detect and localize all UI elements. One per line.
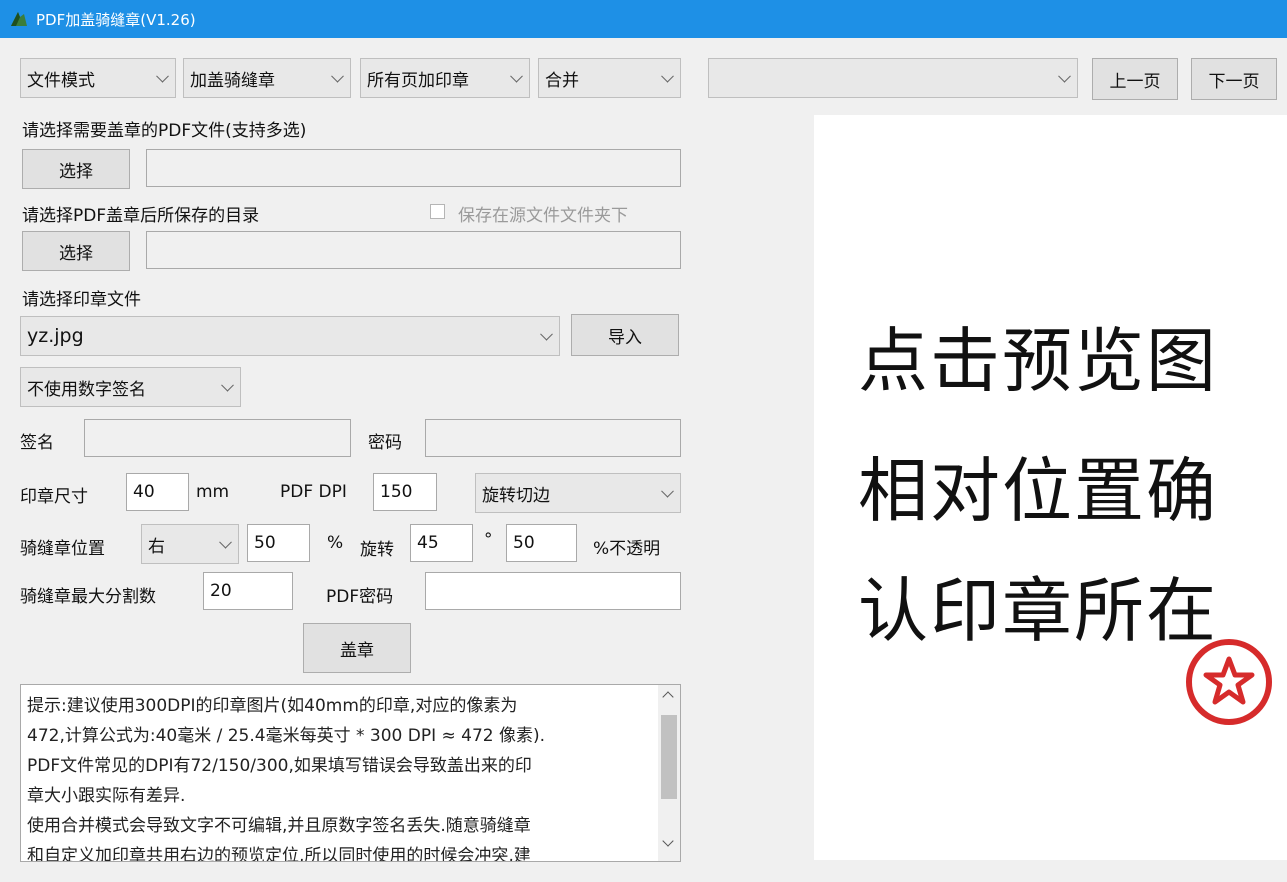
preview-text-line: 点击预览图 [858,320,1218,402]
pdf-password-input[interactable] [425,572,681,610]
mode-select-value: 文件模式 [27,70,95,91]
max-split-input[interactable]: 20 [203,572,293,610]
opacity-input[interactable]: 50 [506,524,577,562]
app-logo-icon [8,8,30,30]
tips-line: 提示:建议使用300DPI的印章图片(如40mm的印章,对应的像素为 [27,696,518,716]
stamp-size-label: 印章尺寸 [20,487,88,507]
tips-line: PDF文件常见的DPI有72/150/300,如果填写错误会导致盖出来的印 [27,756,532,776]
signature-mode-value: 不使用数字签名 [27,379,146,400]
import-stamp-button[interactable]: 导入 [571,314,679,356]
position-select[interactable]: 右 [141,524,239,564]
position-value: 右 [148,536,165,557]
chevron-down-icon [510,69,523,83]
scroll-down-icon[interactable] [662,835,674,847]
tips-scrollbar[interactable] [658,685,680,861]
merge-select[interactable]: 合并 [538,58,681,98]
pdf-path-field[interactable] [146,149,681,187]
password-field[interactable] [425,419,681,457]
stamp-button[interactable]: 盖章 [303,623,411,673]
max-split-label: 骑缝章最大分割数 [20,587,156,607]
chevron-down-icon [661,69,674,83]
stamp-size-input[interactable]: 40 [126,473,189,511]
pdf-password-label: PDF密码 [326,587,394,607]
stamp-type-value: 加盖骑缝章 [190,70,275,91]
tips-line: 和自定义加印章共用右边的预览定位,所以同时使用的时候会冲突,建 [27,846,531,862]
stamp-size-unit: mm [196,482,230,502]
degree-symbol: ° [484,530,493,550]
save-in-source-label: 保存在源文件文件夹下 [458,206,628,226]
select-pdf-button[interactable]: 选择 [22,149,130,189]
prev-page-button[interactable]: 上一页 [1092,58,1178,100]
chevron-down-icon [540,327,553,341]
preview-text-line: 认印章所在 [858,570,1218,652]
chevron-down-icon [331,69,344,83]
stamp-file-value: yz.jpg [27,325,84,347]
next-page-button[interactable]: 下一页 [1191,58,1277,100]
tips-line: 472,计算公式为:40毫米 / 25.4毫米每英寸 * 300 DPI ≈ 4… [27,726,546,746]
tips-textarea[interactable]: 提示:建议使用300DPI的印章图片(如40mm的印章,对应的像素为 472,计… [20,684,681,862]
chevron-down-icon [221,378,234,392]
stamp-file-label: 请选择印章文件 [22,290,141,310]
stamp-file-select[interactable]: yz.jpg [20,316,560,356]
output-dir-label: 请选择PDF盖章后所保存的目录 [22,206,260,226]
chevron-down-icon [1058,69,1071,83]
page-select[interactable] [708,58,1078,98]
edge-mode-select[interactable]: 旋转切边 [475,473,681,513]
preview-text-line: 相对位置确 [858,450,1218,532]
signature-mode-select[interactable]: 不使用数字签名 [20,367,241,407]
chevron-down-icon [219,535,232,549]
opacity-label: %不透明 [593,539,661,559]
tips-line: 章大小跟实际有差异. [27,786,186,806]
sign-label: 签名 [20,433,54,453]
pdf-dpi-label: PDF DPI [280,482,347,502]
chevron-down-icon [661,484,674,498]
password-label: 密码 [368,433,402,453]
preview-panel[interactable]: 点击预览图 相对位置确 认印章所在 [814,115,1287,860]
scroll-thumb[interactable] [661,715,677,799]
edge-mode-value: 旋转切边 [482,485,550,506]
stamp-seal-icon[interactable] [1184,637,1274,727]
position-percent-input[interactable]: 50 [247,524,310,562]
scroll-up-icon[interactable] [662,691,674,703]
rotate-input[interactable]: 45 [410,524,473,562]
save-in-source-checkbox[interactable] [430,204,445,219]
output-dir-field[interactable] [146,231,681,269]
pdf-dpi-input[interactable]: 150 [373,473,437,511]
sign-field[interactable] [84,419,351,457]
merge-select-value: 合并 [545,70,579,91]
title-bar: PDF加盖骑缝章(V1.26) [0,0,1287,38]
select-output-dir-button[interactable]: 选择 [22,231,130,271]
window-title: PDF加盖骑缝章(V1.26) [36,10,196,29]
mode-select[interactable]: 文件模式 [20,58,176,98]
rotate-label: 旋转 [360,540,394,560]
page-scope-select[interactable]: 所有页加印章 [360,58,530,98]
pdf-select-label: 请选择需要盖章的PDF文件(支持多选) [22,121,307,141]
percent-symbol: % [327,533,344,553]
stamp-type-select[interactable]: 加盖骑缝章 [183,58,351,98]
app-window: PDF加盖骑缝章(V1.26) 文件模式 加盖骑缝章 所有页加印章 合并 上一页… [0,0,1287,882]
chevron-down-icon [156,69,169,83]
page-scope-value: 所有页加印章 [367,70,469,91]
position-label: 骑缝章位置 [20,539,105,559]
tips-line: 使用合并模式会导致文字不可编辑,并且原数字签名丢失.随意骑缝章 [27,816,531,836]
